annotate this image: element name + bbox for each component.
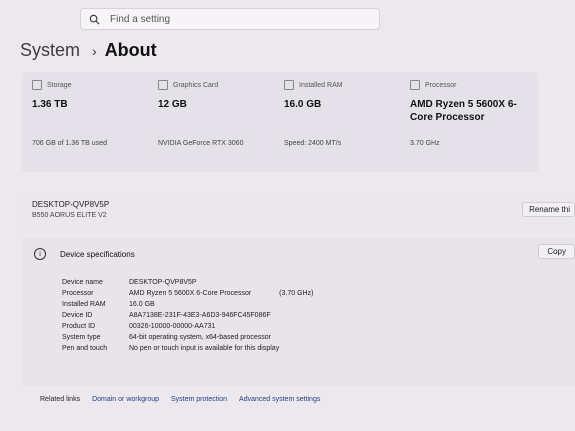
ram-icon (284, 80, 294, 90)
card-value: 16.0 GB (284, 99, 322, 110)
card-value: AMD Ryzen 5 5600X 6-Core Processor (410, 99, 517, 123)
card-sub: NVIDIA GeForce RTX 3060 (158, 140, 244, 147)
spec-row: Device ID A8A7138E-231F-43E3-A6D3-946FC4… (62, 312, 313, 323)
card-sub: 706 GB of 1.36 TB used (32, 140, 107, 147)
spec-key: Device ID (62, 312, 93, 319)
card-label: Processor (425, 81, 457, 89)
spec-row: Pen and touch No pen or touch input is a… (62, 345, 313, 356)
copy-button[interactable]: Copy (538, 244, 575, 259)
spec-row: Device name DESKTOP-QVP8V5P (62, 279, 313, 290)
spec-row: System type 64-bit operating system, x64… (62, 334, 313, 345)
device-model: B550 AORUS ELITE V2 (32, 212, 107, 219)
card-label: Storage (47, 81, 72, 89)
spec-value: A8A7138E-231F-43E3-A6D3-946FC45F086F (129, 312, 271, 319)
processor-card[interactable]: Processor AMD Ryzen 5 5600X 6-Core Proce… (400, 72, 538, 172)
spec-extra: (3.70 GHz) (279, 290, 314, 297)
page-title: About (104, 40, 157, 60)
spec-value: No pen or touch input is available for t… (129, 345, 280, 352)
search-input[interactable] (108, 12, 362, 26)
spec-key: Installed RAM (62, 301, 106, 308)
gpu-icon (158, 80, 168, 90)
spec-row: Product ID 00326-10000-00000-AA731 (62, 323, 313, 334)
card-value: 12 GB (158, 99, 187, 110)
section-title: Device specifications (60, 249, 135, 259)
rename-button[interactable]: Rename thi (522, 202, 575, 217)
spec-key: System type (62, 334, 101, 341)
processor-icon (410, 80, 420, 90)
spec-key: Product ID (62, 323, 96, 330)
card-sub: Speed: 2400 MT/s (284, 140, 342, 147)
advanced-system-settings-link[interactable]: Advanced system settings (239, 396, 320, 403)
storage-icon (32, 80, 42, 90)
card-label: Graphics Card (173, 81, 219, 89)
spec-value: 16.0 GB (129, 301, 155, 308)
spec-key: Pen and touch (62, 345, 108, 352)
spec-value: 00326-10000-00000-AA731 (129, 323, 216, 330)
domain-or-workgroup-link[interactable]: Domain or workgroup (92, 396, 159, 403)
spec-row: Processor AMD Ryzen 5 5600X 6-Core Proce… (62, 290, 313, 301)
spec-cards: Storage 1.36 TB 706 GB of 1.36 TB used G… (22, 72, 575, 187)
graphics-card-card[interactable]: Graphics Card 12 GB NVIDIA GeForce RTX 3… (148, 72, 286, 172)
related-links-label: Related links (40, 396, 81, 403)
system-protection-link[interactable]: System protection (171, 396, 227, 403)
device-name-row: DESKTOP-QVP8V5P B550 AORUS ELITE V2 Rena… (22, 192, 575, 232)
card-label: Installed RAM (299, 81, 343, 89)
spec-key: Device name (62, 279, 103, 286)
breadcrumb-chevron-icon: › (92, 43, 97, 59)
breadcrumb: System › About (20, 40, 157, 61)
device-name: DESKTOP-QVP8V5P (32, 200, 110, 209)
search-icon (89, 14, 100, 24)
card-value: 1.36 TB (32, 99, 68, 110)
related-links: Related links Domain or workgroup System… (40, 396, 332, 403)
search-box[interactable] (80, 8, 380, 30)
device-specifications-header[interactable]: i Device specifications (34, 248, 135, 260)
spec-value: AMD Ryzen 5 5600X 6-Core Processor (129, 290, 252, 297)
spec-row: Installed RAM 16.0 GB (62, 301, 313, 312)
card-sub: 3.70 GHz (410, 140, 440, 147)
spec-value: 64-bit operating system, x64-based proce… (129, 334, 272, 341)
spec-table: Device name DESKTOP-QVP8V5P Processor AM… (62, 279, 313, 356)
ram-card[interactable]: Installed RAM 16.0 GB Speed: 2400 MT/s (274, 72, 412, 172)
spec-value: DESKTOP-QVP8V5P (129, 279, 197, 286)
spec-key: Processor (62, 290, 94, 297)
device-specifications-panel: i Device specifications Copy Device name… (22, 238, 575, 386)
breadcrumb-system[interactable]: System (20, 40, 80, 61)
storage-card[interactable]: Storage 1.36 TB 706 GB of 1.36 TB used (22, 72, 160, 172)
info-icon: i (34, 248, 46, 260)
